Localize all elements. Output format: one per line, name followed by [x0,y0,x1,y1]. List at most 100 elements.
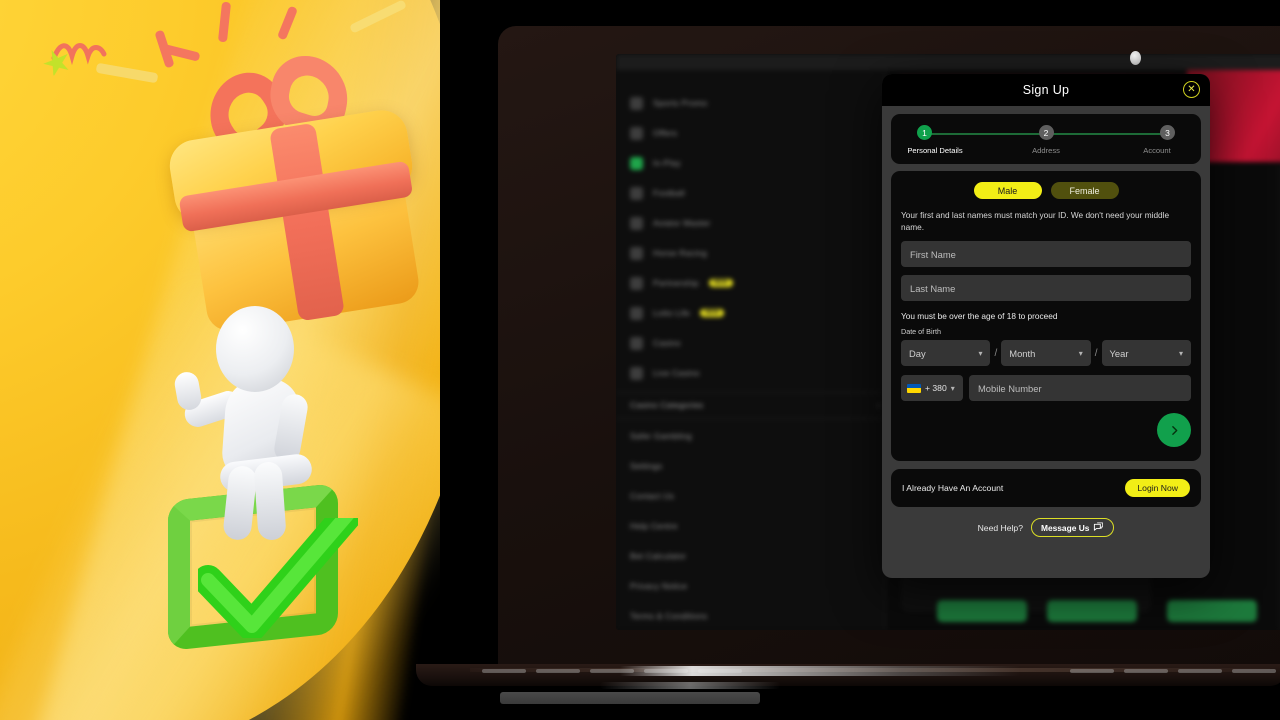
sidebar-item[interactable]: Live Casino [630,362,880,384]
date-of-birth-row: Day ▾ / Month ▾ / Year ▾ [901,340,1192,367]
step-label-account: Account [1143,146,1171,155]
chat-bubble-icon [1094,522,1104,531]
step-node-2[interactable]: 2 [1038,125,1054,140]
login-prompt-text: I Already Have An Account [902,483,1004,494]
sidebar-link-label: Bet Calculator [630,551,687,561]
sidebar-link-label: Settings [630,461,663,471]
gender-male-button[interactable]: Male [973,182,1042,199]
cards-icon [630,366,643,380]
message-us-label: Message Us [1040,522,1090,533]
name-hint-text: Your first and last names must match you… [901,210,1170,233]
laptop-base-lip [600,682,780,689]
step-node-3[interactable]: 3 [1160,125,1175,140]
message-us-button[interactable]: Message Us [1030,518,1115,538]
sidebar-item[interactable]: Horse Racing [630,242,880,264]
horse-icon [630,246,643,260]
dob-month-value: Month [1009,347,1036,359]
sidebar-item[interactable]: Offers [630,122,880,144]
dob-year-value: Year [1109,347,1129,359]
gift-icon [630,126,643,140]
plane-icon [630,216,643,230]
chevron-down-icon: ▾ [1078,348,1083,358]
dob-separator: / [994,347,998,359]
sidebar-link-label: Contact Us [630,491,675,501]
keyboard-key [1124,669,1168,673]
modal-header: Sign Up ✕ [882,74,1210,106]
keyboard-key [1178,669,1222,673]
sidebar-item-label: In-Play [653,158,681,168]
sidebar-item-label: Partnership [653,278,699,288]
sidebar-link[interactable]: Settings [630,455,880,477]
sidebar-link[interactable]: Bet Calculator [630,545,880,567]
football-icon [630,186,643,200]
sidebar-item[interactable]: In-Play [630,152,880,174]
dob-month-select[interactable]: Month ▾ [1001,340,1091,367]
sidebar-item[interactable]: Lotto Life NEW [630,302,880,324]
live-icon [630,156,643,170]
close-icon[interactable]: ✕ [1183,81,1200,98]
signup-modal: Sign Up ✕ 1 2 3 Personal Details Address… [882,74,1210,578]
stepper-nodes: 1 2 3 [917,125,1175,140]
first-name-input[interactable] [901,241,1191,268]
sidebar-item-label: Sports Promo [653,98,708,108]
sidebar-link[interactable]: Terms & Conditions [630,605,880,627]
dob-day-select[interactable]: Day ▾ [901,340,991,367]
last-name-input[interactable] [901,275,1191,302]
sidebar-item-label: Offers [653,128,678,138]
primary-action-button[interactable] [1047,600,1137,622]
primary-action-button[interactable] [1167,600,1257,622]
sidebar-category-row[interactable]: Casino Categories › [630,400,880,410]
sidebar-link-label: Safer Gambling [630,431,692,441]
sidebar-link[interactable]: Contact Us [630,485,880,507]
sidebar-item-label: Horse Racing [653,248,707,258]
dob-separator: / [1094,347,1098,359]
handshake-icon [630,276,643,290]
step-label-personal-details: Personal Details [907,146,963,155]
sidebar-item[interactable]: Football [630,182,880,204]
modal-body: 1 2 3 Personal Details Address Account M… [882,106,1210,578]
existing-account-card: I Already Have An Account Login Now [891,469,1201,508]
sidebar-item-badge: NEW [708,279,733,287]
help-row: Need Help? Message Us [891,507,1201,547]
laptop-trackpad[interactable] [500,692,760,704]
personal-details-form: Male Female Your first and last names mu… [891,171,1201,462]
step-node-1[interactable]: 1 [917,125,932,140]
keyboard-key [482,669,526,673]
next-button-wrapper [901,413,1191,448]
promo-illustration [0,0,440,720]
primary-action-button[interactable] [937,600,1027,622]
chevron-down-icon: ▾ [978,348,983,358]
sidebar-link[interactable]: Privacy Notice [630,575,880,597]
keyboard-key [1232,669,1276,673]
sidebar-item[interactable]: Aviator Master [630,212,880,234]
sidebar-item[interactable]: Sports Promo [630,92,880,114]
country-code-select[interactable]: + 380 ▾ [901,375,963,402]
screenshot-root: Sports Promo Offers In-Play Football Avi… [0,0,1280,720]
dob-day-value: Day [909,347,926,359]
casino-icon [630,336,643,350]
modal-title: Sign Up [1022,83,1070,97]
sidebar-link[interactable]: Help Centre [630,515,880,537]
dob-year-select[interactable]: Year ▾ [1101,340,1192,367]
stepper-track: 1 2 3 [917,125,1175,143]
next-step-button[interactable] [1157,413,1191,448]
sidebar-item[interactable]: Partnership NEW [630,272,880,294]
chevron-down-icon: ▾ [950,383,955,393]
phone-row: + 380 ▾ [901,375,1191,402]
app-sidebar: Sports Promo Offers In-Play Football Avi… [616,70,886,630]
sidebar-item-label: Aviator Master [653,218,711,228]
sidebar-link[interactable]: Safer Gambling [630,425,880,447]
gender-female-button[interactable]: Female [1050,182,1119,199]
sidebar-item-badge: NEW [699,309,724,317]
gender-toggle-group: Male Female [901,182,1191,199]
sidebar-item[interactable]: Casino [630,332,880,354]
chevron-right-icon [1171,425,1177,435]
chevron-right-icon: › [877,400,880,410]
sidebar-item-label: Lotto Life [653,308,690,318]
character-thumb [172,370,204,412]
keyboard-light-strip [620,666,1020,676]
thumbs-up-character-3d-icon [168,300,338,542]
mobile-number-input[interactable] [969,375,1191,402]
keyboard-key [536,669,580,673]
login-now-button[interactable]: Login Now [1125,479,1190,498]
